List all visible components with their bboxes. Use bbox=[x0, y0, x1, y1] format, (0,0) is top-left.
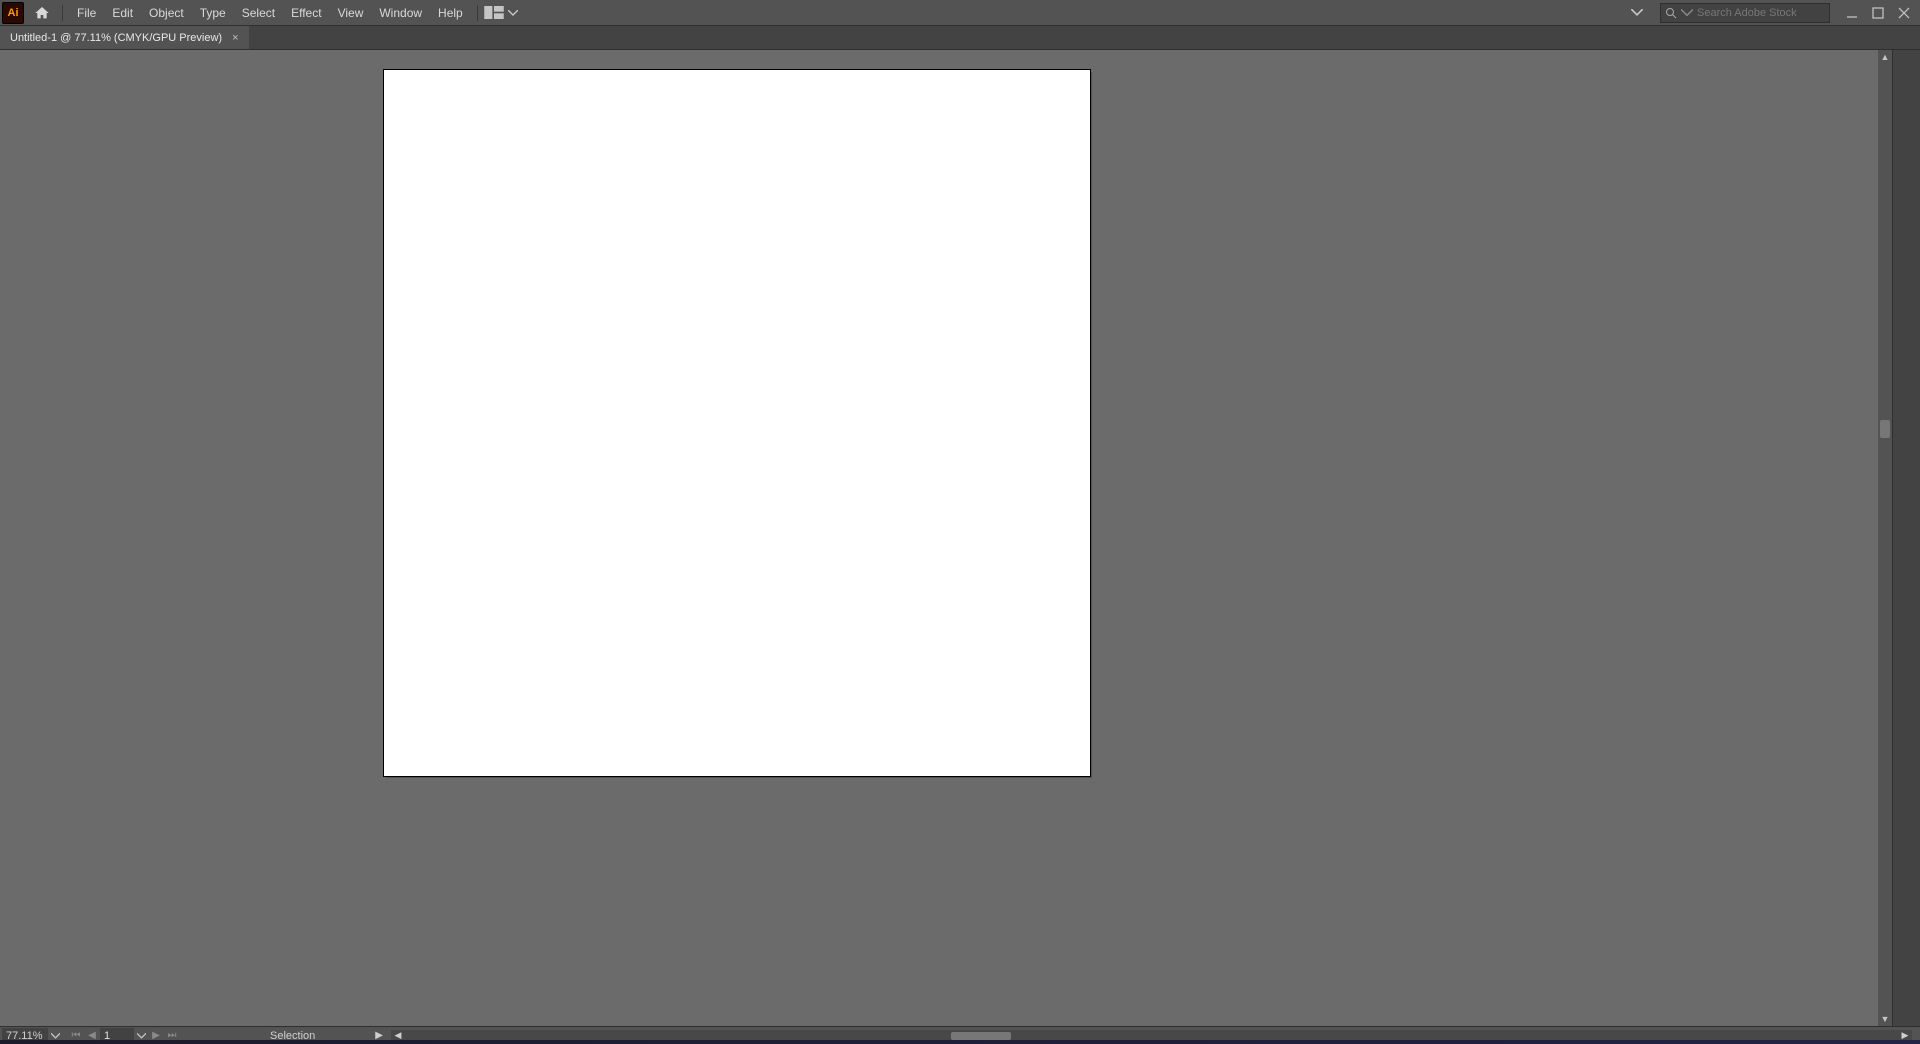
adobe-stock-search[interactable] bbox=[1660, 3, 1830, 23]
home-icon bbox=[34, 5, 50, 21]
menu-select[interactable]: Select bbox=[234, 0, 283, 26]
menu-help[interactable]: Help bbox=[430, 0, 471, 26]
chevron-down-icon bbox=[508, 10, 518, 16]
main-menu-bar: Ai File Edit Object Type Select Effect V… bbox=[0, 0, 1920, 26]
menu-file[interactable]: File bbox=[69, 0, 104, 26]
workspace-icon bbox=[484, 6, 504, 19]
document-tab-bar: Untitled-1 @ 77.11% (CMYK/GPU Preview) × bbox=[0, 26, 1920, 50]
canvas-area[interactable] bbox=[0, 50, 1906, 1026]
menu-items: File Edit Object Type Select Effect View… bbox=[69, 0, 471, 26]
vertical-scrollbar[interactable]: ▲ ▼ bbox=[1878, 50, 1892, 1026]
menu-view[interactable]: View bbox=[330, 0, 372, 26]
close-button[interactable] bbox=[1892, 3, 1916, 23]
maximize-icon bbox=[1872, 7, 1884, 19]
collapsed-panel-dock[interactable] bbox=[1892, 50, 1920, 1026]
maximize-button[interactable] bbox=[1866, 3, 1890, 23]
workspace-switcher[interactable] bbox=[484, 2, 518, 24]
menu-type[interactable]: Type bbox=[192, 0, 234, 26]
search-icon bbox=[1665, 7, 1677, 19]
minimize-icon bbox=[1846, 7, 1858, 19]
close-icon bbox=[1898, 7, 1910, 19]
menu-edit[interactable]: Edit bbox=[104, 0, 141, 26]
scroll-up-button[interactable]: ▲ bbox=[1878, 50, 1892, 64]
document-tab-label: Untitled-1 @ 77.11% (CMYK/GPU Preview) bbox=[10, 32, 222, 44]
menu-divider-2 bbox=[477, 5, 478, 21]
menu-divider bbox=[62, 5, 63, 21]
home-button[interactable] bbox=[28, 1, 56, 25]
chevron-down-icon bbox=[51, 1033, 60, 1039]
document-tab[interactable]: Untitled-1 @ 77.11% (CMYK/GPU Preview) × bbox=[0, 26, 249, 49]
minimize-button[interactable] bbox=[1840, 3, 1864, 23]
menu-effect[interactable]: Effect bbox=[283, 0, 329, 26]
vertical-scroll-thumb[interactable] bbox=[1880, 420, 1890, 438]
window-controls bbox=[1838, 3, 1916, 23]
os-taskbar-edge bbox=[0, 1040, 1920, 1044]
search-input[interactable] bbox=[1697, 7, 1839, 19]
tab-close-button[interactable]: × bbox=[232, 32, 238, 44]
menu-object[interactable]: Object bbox=[141, 0, 192, 26]
chevron-down-icon bbox=[137, 1033, 146, 1039]
horizontal-scroll-thumb[interactable] bbox=[951, 1032, 1011, 1040]
menu-bar-right bbox=[1622, 2, 1920, 24]
chevron-down-icon bbox=[1631, 9, 1643, 16]
arrange-documents[interactable] bbox=[1622, 2, 1652, 24]
chevron-down-icon bbox=[1681, 7, 1693, 19]
app-logo[interactable]: Ai bbox=[2, 2, 24, 24]
menu-window[interactable]: Window bbox=[371, 0, 430, 26]
scroll-down-button[interactable]: ▼ bbox=[1878, 1012, 1892, 1026]
artboard[interactable] bbox=[384, 70, 1090, 776]
